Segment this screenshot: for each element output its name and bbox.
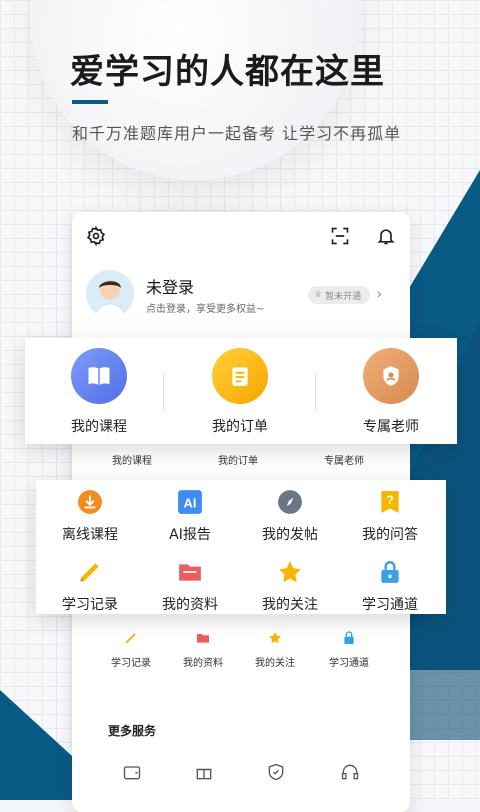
wallet-icon[interactable]: [112, 762, 152, 786]
avatar[interactable]: [86, 270, 134, 318]
headset-icon[interactable]: [330, 762, 370, 786]
entry-ai-report[interactable]: AI AI报告: [140, 488, 240, 544]
headline-underline: [72, 100, 108, 104]
entry-my-posts[interactable]: 我的发帖: [240, 488, 340, 544]
entry-exclusive-teacher[interactable]: 专属老师: [331, 348, 451, 436]
shield-icon[interactable]: [256, 762, 296, 786]
download-icon: [76, 488, 104, 516]
scan-icon[interactable]: [328, 224, 352, 248]
grid-entries-card: 离线课程 AI AI报告 我的发帖 ? 我的问答 学习记录 我的资料 我的关注 …: [36, 480, 446, 614]
entry-my-follow[interactable]: 我的关注: [240, 558, 340, 614]
entry-label: 学习通道: [362, 597, 418, 613]
entry-study-channel[interactable]: 学习通道: [340, 558, 440, 614]
book-icon: [71, 348, 127, 404]
entry-my-courses[interactable]: 我的课程: [39, 348, 159, 436]
gift-icon[interactable]: [184, 762, 224, 786]
lock-icon: [339, 628, 359, 648]
small-item-label: 我的资料: [183, 658, 223, 669]
entry-label: 我的订单: [212, 419, 268, 435]
compass-icon: [276, 488, 304, 516]
folder-icon: [176, 558, 204, 586]
pencil-icon: [121, 628, 141, 648]
entry-label: 我的关注: [262, 597, 318, 613]
profile-name: 未登录: [146, 278, 195, 297]
ghost-label-orders: 我的订单: [218, 456, 258, 467]
small-item-channel[interactable]: 学习通道: [314, 628, 384, 669]
bell-icon[interactable]: [374, 224, 398, 248]
entry-my-orders[interactable]: 我的订单: [180, 348, 300, 436]
entry-my-qa[interactable]: ? 我的问答: [340, 488, 440, 544]
order-icon: [212, 348, 268, 404]
crown-icon: ♛: [314, 290, 323, 300]
entry-label: AI报告: [169, 527, 211, 543]
vip-badge[interactable]: ♛ 暂未开通: [308, 286, 370, 304]
ghost-label-teacher: 专属老师: [324, 456, 364, 467]
svg-text:AI: AI: [184, 495, 197, 510]
promo-subline: 和千万准题库用户一起备考 让学习不再孤单: [72, 124, 402, 143]
more-services-title: 更多服务: [108, 724, 157, 738]
ghost-label-courses: 我的课程: [112, 456, 152, 467]
entry-label: 我的课程: [71, 419, 127, 435]
teacher-icon: [363, 348, 419, 404]
folder-icon: [193, 628, 213, 648]
small-item-materials[interactable]: 我的资料: [168, 628, 238, 669]
small-item-label: 我的关注: [255, 658, 295, 669]
pencil-icon: [76, 558, 104, 586]
settings-icon[interactable]: [84, 224, 108, 248]
entry-label: 专属老师: [363, 419, 419, 435]
divider: [163, 372, 164, 412]
vip-badge-label: 暂未开通: [325, 291, 362, 302]
entry-study-record[interactable]: 学习记录: [40, 558, 140, 614]
promo-headline: 爱学习的人都在这里: [70, 52, 385, 92]
ai-icon: AI: [176, 488, 204, 516]
small-item-label: 学习记录: [111, 658, 151, 669]
chevron-right-icon: ›: [376, 284, 383, 303]
entry-my-materials[interactable]: 我的资料: [140, 558, 240, 614]
entry-label: 我的发帖: [262, 527, 318, 543]
entry-label: 我的资料: [162, 597, 218, 613]
entry-label: 离线课程: [62, 527, 118, 543]
small-item-follow[interactable]: 我的关注: [240, 628, 310, 669]
profile-hint: 点击登录，享受更多权益~: [146, 304, 265, 315]
svg-text:?: ?: [386, 493, 393, 507]
divider: [315, 372, 316, 412]
entry-offline-courses[interactable]: 离线课程: [40, 488, 140, 544]
small-item-label: 学习通道: [329, 658, 369, 669]
question-icon: ?: [376, 488, 404, 516]
main-entries-card: 我的课程 我的订单 专属老师: [25, 338, 457, 444]
lock-icon: [376, 558, 404, 586]
profile-row[interactable]: 未登录 点击登录，享受更多权益~ ♛ 暂未开通 ›: [86, 270, 396, 330]
small-item-study-record[interactable]: 学习记录: [96, 628, 166, 669]
star-icon: [265, 628, 285, 648]
entry-label: 学习记录: [62, 597, 118, 613]
star-icon: [276, 558, 304, 586]
entry-label: 我的问答: [362, 527, 418, 543]
